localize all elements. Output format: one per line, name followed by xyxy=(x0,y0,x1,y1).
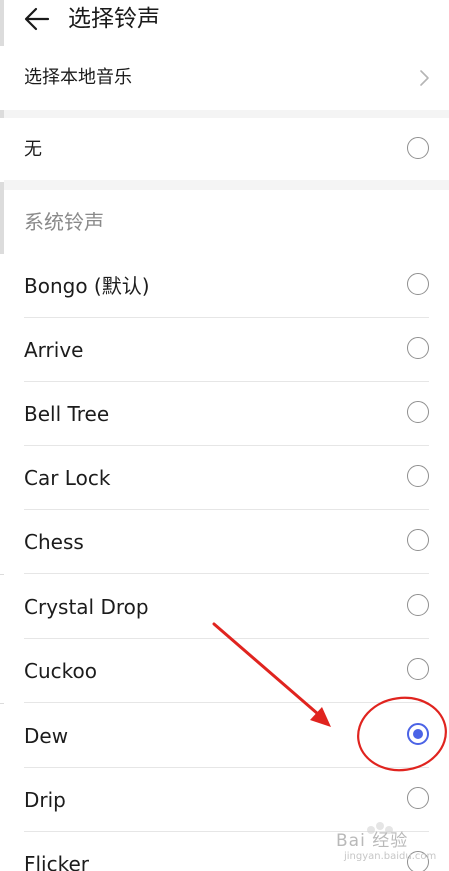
ringtone-radio[interactable] xyxy=(407,465,429,487)
select-local-music-label: 选择本地音乐 xyxy=(24,67,132,88)
ringtone-radio[interactable] xyxy=(407,594,429,616)
system-ringtones-section-title: 系统铃声 xyxy=(24,210,104,234)
ringtone-radio[interactable] xyxy=(407,401,429,423)
ringtone-row[interactable]: Dew xyxy=(0,704,449,768)
ringtone-row[interactable]: Car Lock xyxy=(0,446,449,510)
back-arrow-icon[interactable] xyxy=(24,6,50,32)
ringtone-row[interactable]: Bell Tree xyxy=(0,382,449,446)
section-gap xyxy=(4,180,449,190)
page-title: 选择铃声 xyxy=(68,6,160,32)
none-option-row[interactable]: 无 xyxy=(0,118,449,182)
ringtone-row[interactable]: Crystal Drop xyxy=(0,575,449,639)
none-option-label: 无 xyxy=(24,139,42,160)
ringtone-label: Bongo (默认) xyxy=(24,274,150,298)
ringtone-label: Dew xyxy=(24,724,69,748)
section-gap xyxy=(4,110,449,118)
watermark-text: Bai 经验 xyxy=(336,831,409,851)
ringtone-radio[interactable] xyxy=(407,787,429,809)
ringtone-radio[interactable] xyxy=(407,658,429,680)
row-divider xyxy=(24,702,429,703)
ringtone-row[interactable]: Bongo (默认) xyxy=(0,254,449,318)
ringtone-label: Flicker xyxy=(24,852,90,871)
ringtone-label: Arrive xyxy=(24,338,84,362)
ringtone-label: Car Lock xyxy=(24,466,111,490)
ringtone-label: Cuckoo xyxy=(24,659,97,683)
ringtone-radio-selected[interactable] xyxy=(407,723,429,745)
watermark-subtext: jingyan.baidu.com xyxy=(344,851,437,862)
ringtone-label: Drip xyxy=(24,788,66,812)
select-local-music-row[interactable]: 选择本地音乐 xyxy=(0,46,449,110)
header-bar: 选择铃声 xyxy=(0,0,449,44)
chevron-right-icon xyxy=(420,70,429,86)
ringtone-row[interactable]: Cuckoo xyxy=(0,639,449,703)
ringtone-label: Chess xyxy=(24,530,84,554)
ringtone-label: Bell Tree xyxy=(24,402,110,426)
ringtone-radio[interactable] xyxy=(407,337,429,359)
ringtone-row[interactable]: Chess xyxy=(0,510,449,574)
none-option-radio[interactable] xyxy=(407,137,429,159)
ringtone-row[interactable]: Arrive xyxy=(0,318,449,382)
row-divider xyxy=(24,573,429,574)
ringtone-picker-screen: 选择铃声 选择本地音乐 无 系统铃声 Bongo (默认) Arrive Bel… xyxy=(0,0,449,871)
ringtone-radio[interactable] xyxy=(407,273,429,295)
ringtone-label: Crystal Drop xyxy=(24,595,149,619)
ringtone-radio[interactable] xyxy=(407,529,429,551)
